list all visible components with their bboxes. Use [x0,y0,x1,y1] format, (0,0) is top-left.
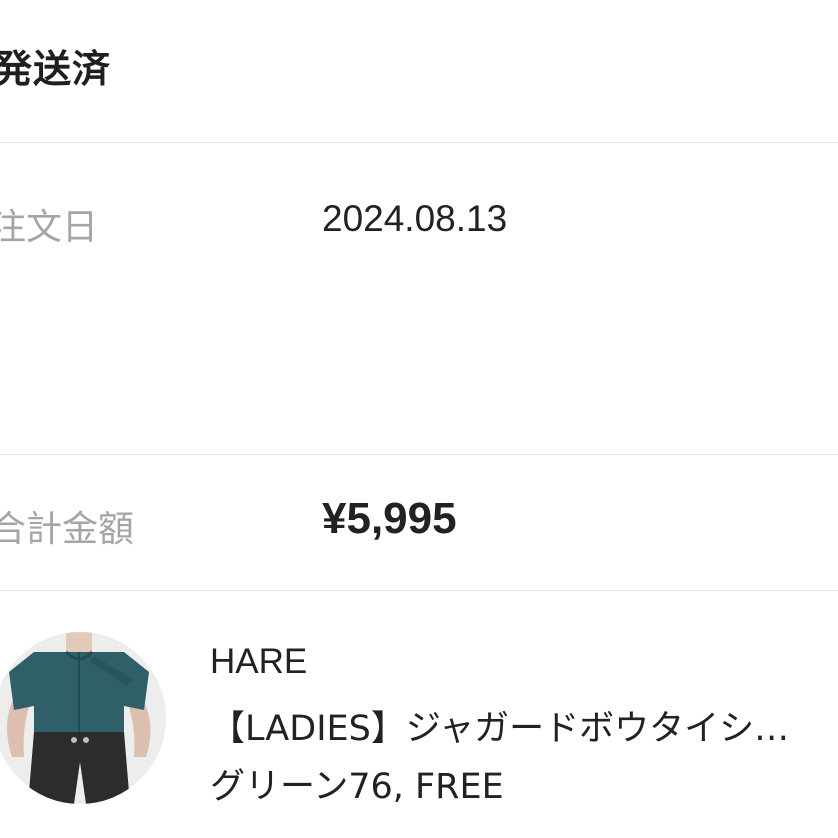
order-date-value: 2024.08.13 [322,198,508,239]
product-brand: HARE [210,642,308,681]
total-amount-label: 合計金額 [0,509,135,550]
order-status: 発送済 [0,47,112,91]
order-detail-page: 発送済 注文日 2024.08.13 合計金額 ¥5,995 HARE 【LAD… [0,0,838,838]
divider [0,142,838,143]
product-photo-icon [0,632,166,804]
order-date-label: 注文日 [0,207,99,248]
product-item[interactable]: HARE 【LADIES】ジャガードボウタイシ… グリーン76, FREE [0,590,838,838]
divider [0,454,838,455]
total-amount-value: ¥5,995 [322,494,457,543]
product-variant: グリーン76, FREE [210,767,504,807]
product-thumbnail[interactable] [0,632,166,804]
product-name[interactable]: 【LADIES】ジャガードボウタイシ… [210,700,838,751]
